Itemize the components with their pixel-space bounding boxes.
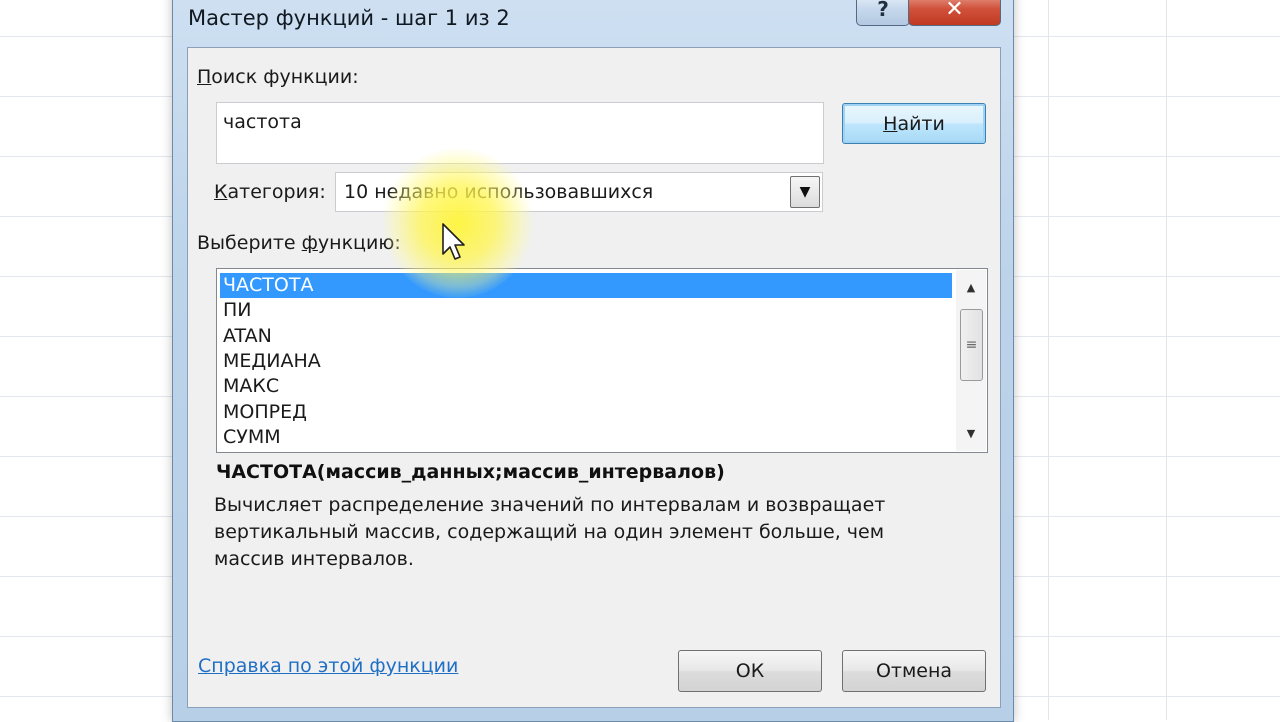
vertical-scrollbar[interactable]: ▲ ≡ ▼: [956, 270, 986, 451]
search-label: Поиск функции:: [197, 66, 359, 88]
scrollbar-thumb[interactable]: ≡: [960, 309, 983, 381]
list-item[interactable]: МЕДИАНА: [220, 349, 952, 374]
list-item[interactable]: СУММ: [220, 425, 952, 450]
chevron-down-icon: ▼: [799, 184, 811, 200]
category-selected-value: 10 недавно использовавшихся: [344, 181, 654, 203]
function-description: Вычисляет распределение значений по инте…: [214, 494, 886, 570]
list-item[interactable]: МАКС: [220, 374, 952, 399]
category-label: Категория:: [214, 181, 326, 203]
dialog-title: Мастер функций - шаг 1 из 2: [188, 6, 510, 30]
help-button[interactable]: ?: [856, 0, 910, 26]
ok-button[interactable]: ОК: [678, 650, 822, 692]
list-item[interactable]: ЧАСТОТА: [220, 273, 952, 298]
grid-line: [1048, 0, 1049, 720]
question-icon: ?: [877, 0, 889, 21]
category-select[interactable]: 10 недавно использовавшихся ▼: [335, 172, 823, 212]
scroll-up-icon[interactable]: ▲: [956, 276, 986, 298]
find-button[interactable]: Найти: [842, 103, 986, 144]
grip-icon: ≡: [965, 337, 978, 353]
close-button[interactable]: ✕: [908, 0, 1001, 26]
scroll-down-icon[interactable]: ▼: [956, 422, 986, 444]
search-input[interactable]: [223, 111, 803, 133]
dropdown-arrow-button[interactable]: ▼: [790, 176, 820, 208]
function-listbox[interactable]: ЧАСТОТА ПИ ATAN МЕДИАНА МАКС МОПРЕД СУММ…: [216, 268, 988, 453]
function-help-link[interactable]: Справка по этой функции: [198, 655, 458, 677]
list-item[interactable]: ПИ: [220, 298, 952, 323]
function-signature: ЧАСТОТА(массив_данных;массив_интервалов): [216, 461, 725, 483]
cancel-button[interactable]: Отмена: [842, 650, 986, 692]
list-item[interactable]: ATAN: [220, 324, 952, 349]
list-item[interactable]: МОПРЕД: [220, 400, 952, 425]
grid-line: [1166, 0, 1167, 720]
close-icon: ✕: [945, 0, 964, 22]
function-list-label: Выберите функцию:: [197, 232, 401, 254]
search-field[interactable]: [216, 102, 824, 164]
